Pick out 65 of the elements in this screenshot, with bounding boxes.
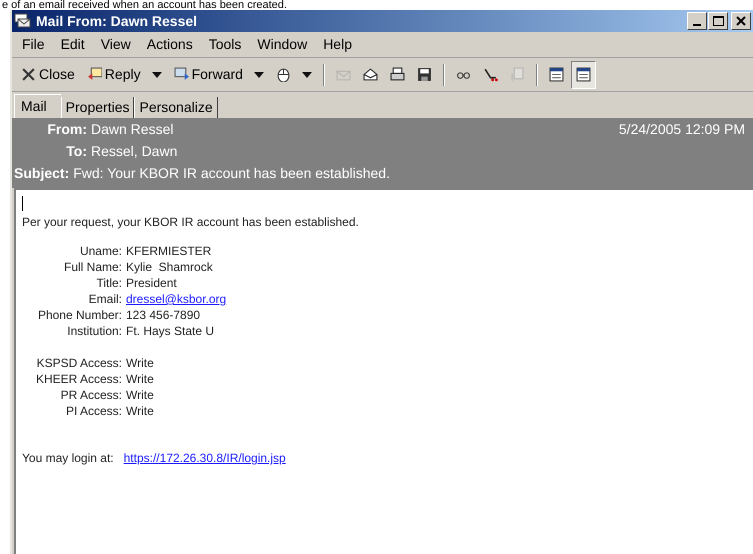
field-label: KHEER Access: <box>34 371 122 388</box>
from-label: From: <box>46 120 87 138</box>
menu-item[interactable]: View <box>92 34 139 55</box>
to-label: To: <box>65 142 87 160</box>
menu-item[interactable]: File <box>14 34 53 55</box>
field-value: KFERMIESTER <box>126 243 212 260</box>
document-icon <box>510 67 525 82</box>
field-value: Write <box>126 371 154 388</box>
field-value: President <box>126 275 177 292</box>
window-pane-icon <box>576 67 591 82</box>
caption-text: e of an email received when an account has been created. <box>1 0 288 10</box>
field-value: Kylie Shamrock <box>126 259 213 276</box>
tab[interactable]: Mail <box>14 94 61 118</box>
dropdown-caret-icon[interactable] <box>152 72 162 78</box>
menu-item[interactable]: Tools <box>200 34 250 55</box>
subject-value: Fwd: Your KBOR IR account has been established. <box>73 164 390 182</box>
field-label: Full Name: <box>62 259 122 276</box>
menu-item[interactable]: Actions <box>138 34 201 55</box>
open-envelope-icon <box>362 67 378 82</box>
close-button[interactable] <box>731 12 751 30</box>
x-icon <box>21 67 36 82</box>
tab[interactable]: Personalize <box>134 97 218 118</box>
to-value: Ressel, Dawn <box>91 142 178 160</box>
tab[interactable]: Properties <box>60 97 134 118</box>
envelopes-icon <box>14 13 32 29</box>
toolbar-button[interactable]: Reply <box>82 60 167 88</box>
dropdown-caret-icon[interactable] <box>302 72 312 78</box>
field-value: Ft. Hays State U <box>126 323 214 340</box>
menu-item[interactable]: Help <box>315 34 360 55</box>
text-cursor <box>22 196 23 211</box>
field-label: Institution: <box>66 323 122 340</box>
printer-icon <box>390 67 405 82</box>
field-label: Email: <box>88 291 122 308</box>
maximize-button[interactable] <box>708 12 728 30</box>
field-value: Write <box>126 403 154 420</box>
menu-item[interactable]: Window <box>249 34 316 55</box>
login-label: You may login at: <box>22 450 114 467</box>
subject-label: Subject: <box>14 164 70 183</box>
minimize-button[interactable] <box>687 12 707 30</box>
dropdown-caret-icon[interactable] <box>254 72 264 78</box>
field-label: PI Access: <box>64 403 122 420</box>
from-value: Dawn Ressel <box>91 120 174 138</box>
arrow-icon <box>482 67 498 82</box>
mouse-icon <box>276 67 291 82</box>
field-value: Write <box>126 355 154 372</box>
field-value: Write <box>126 387 154 404</box>
toolbar-icon-button[interactable] <box>570 60 596 88</box>
field-label: Phone Number: <box>36 307 122 324</box>
field-label: PR Access: <box>60 387 122 404</box>
login-link[interactable]: https://172.26.30.8/IR/login.jsp <box>124 449 286 467</box>
window-pane-icon <box>548 67 564 82</box>
field-label: KSPSD Access: <box>36 355 122 372</box>
window-title: Mail From: Dawn Ressel <box>36 12 198 30</box>
menu-item[interactable]: Edit <box>52 34 93 55</box>
date-text: 5/24/2005 12:09 PM <box>618 120 746 138</box>
field-label: Title: <box>95 275 122 292</box>
toolbar-button[interactable]: Close <box>16 60 80 88</box>
toolbar-button[interactable]: Forward <box>168 60 269 88</box>
close-icon <box>736 16 746 26</box>
body-text: Per your request, your KBOR IR account has been established. <box>22 214 360 231</box>
email-link[interactable]: dressel@ksbor.org <box>126 290 226 308</box>
field-label: Uname: <box>78 243 122 260</box>
field-value: 123 456-7890 <box>126 307 200 324</box>
reply-icon <box>86 67 102 82</box>
forward-icon <box>174 67 189 82</box>
